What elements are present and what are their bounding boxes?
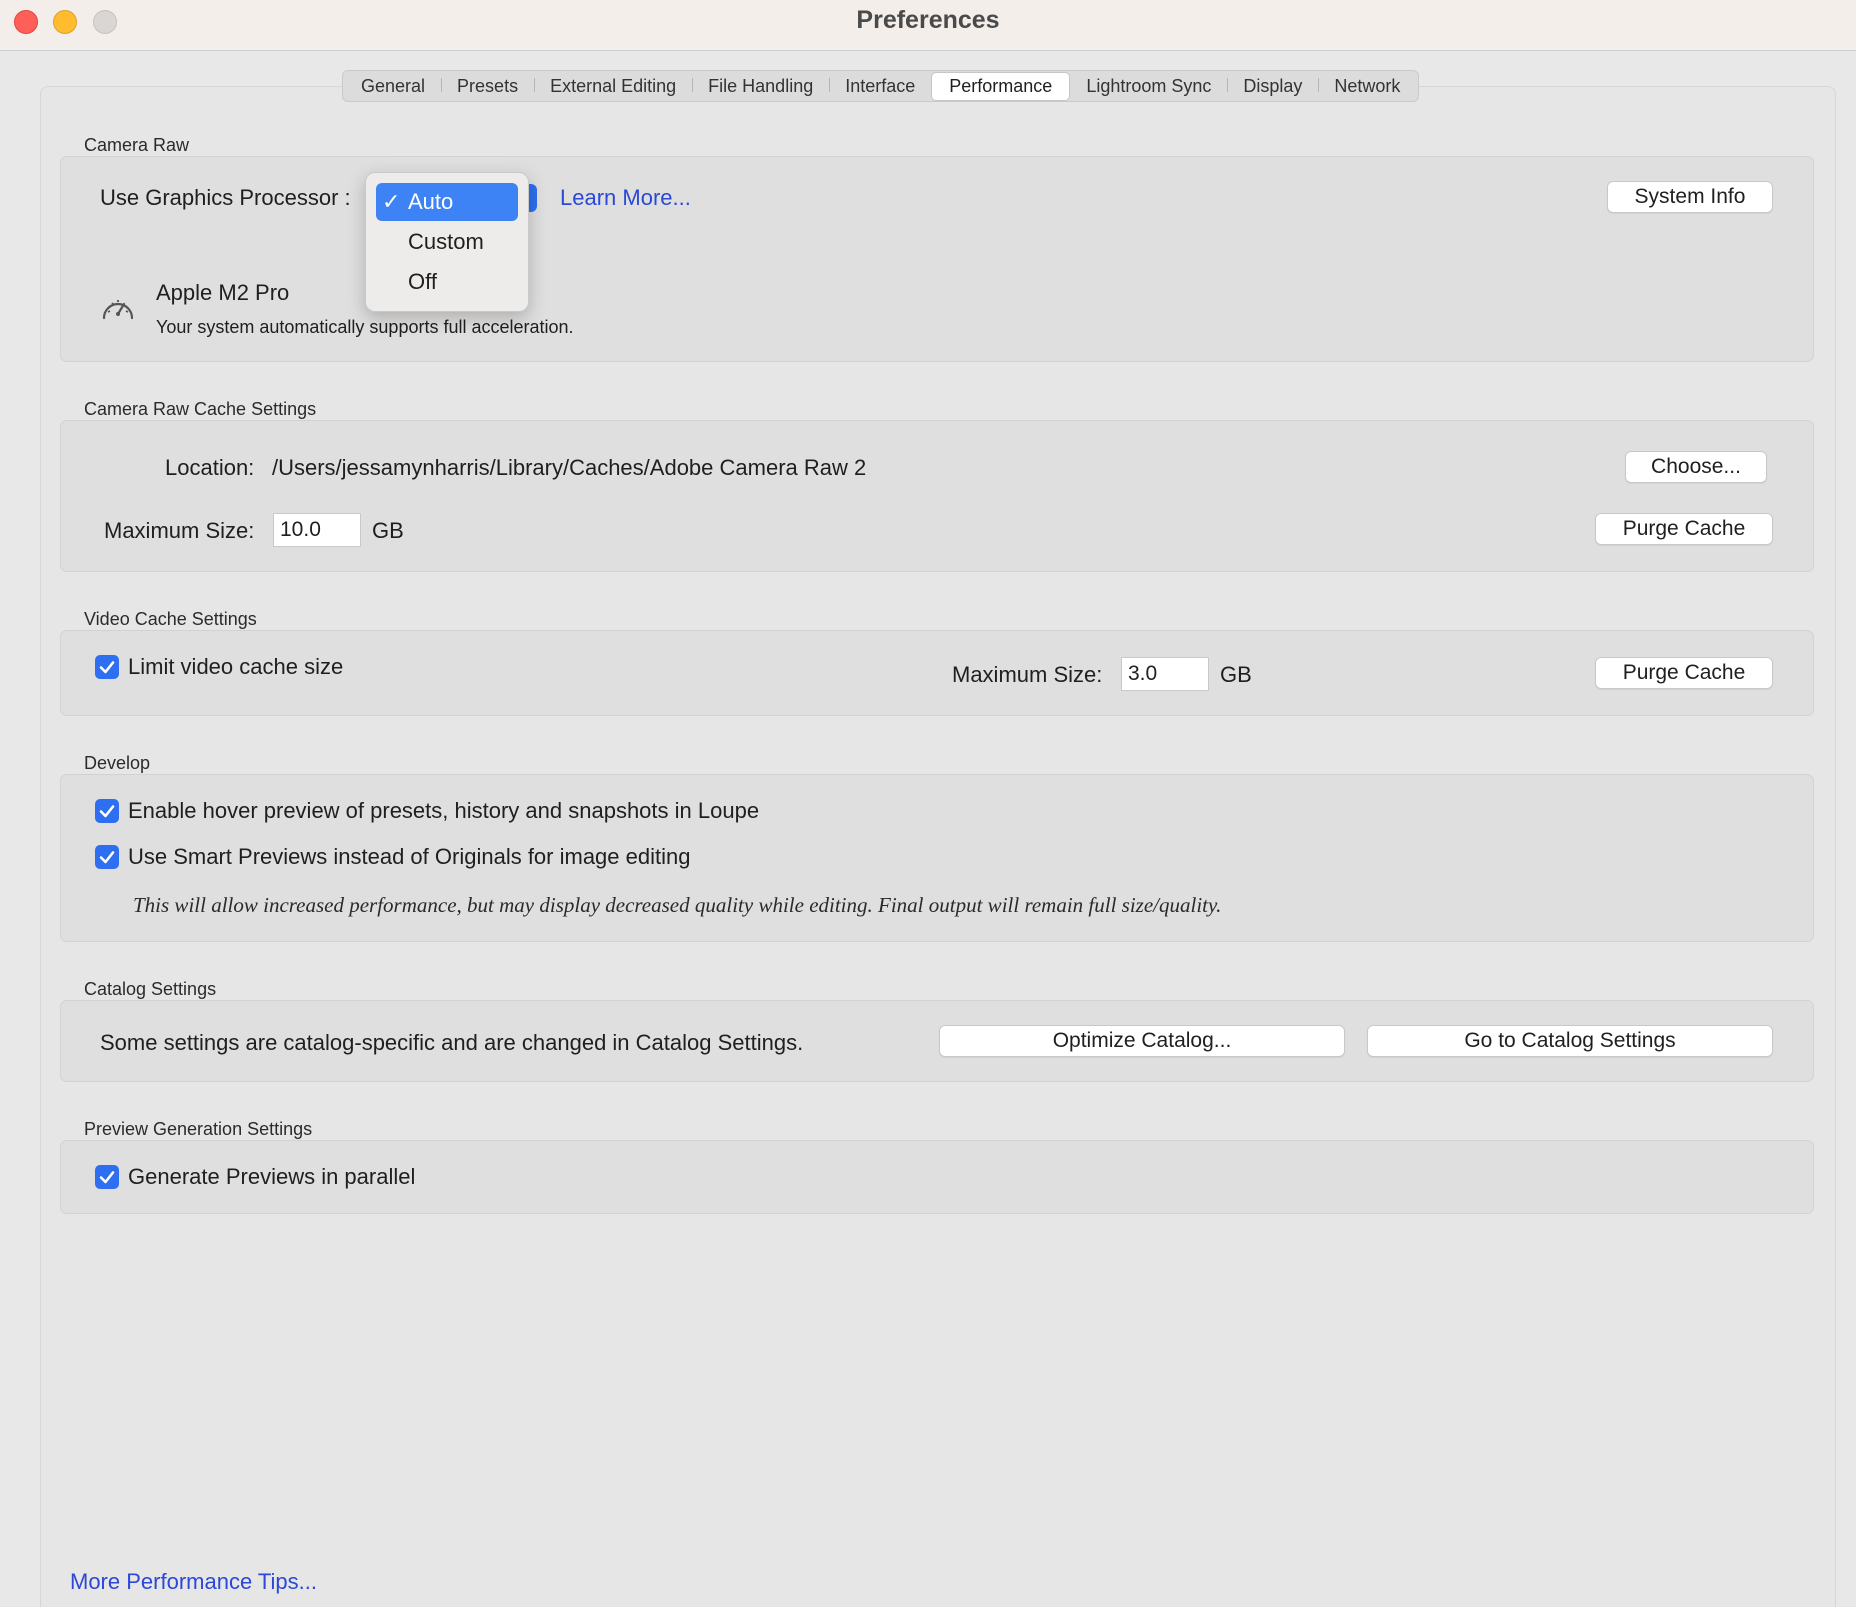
purge-video-cache-button[interactable]: Purge Cache bbox=[1595, 657, 1773, 689]
gpu-option-off-label: Off bbox=[408, 269, 437, 294]
purge-cache-button[interactable]: Purge Cache bbox=[1595, 513, 1773, 545]
choose-location-button[interactable]: Choose... bbox=[1625, 451, 1767, 483]
cache-section-label: Camera Raw Cache Settings bbox=[84, 399, 317, 419]
tab-external-editing[interactable]: External Editing bbox=[534, 72, 692, 101]
preview-generation-section-label: Preview Generation Settings bbox=[84, 1119, 313, 1139]
gpu-option-custom-label: Custom bbox=[408, 229, 484, 254]
tab-display[interactable]: Display bbox=[1227, 72, 1318, 101]
tab-interface[interactable]: Interface bbox=[829, 72, 931, 101]
cache-max-size-input[interactable]: 10.0 bbox=[273, 513, 361, 547]
hover-preview-checkbox[interactable] bbox=[95, 799, 119, 823]
gpu-option-off[interactable]: Off bbox=[376, 263, 518, 301]
go-to-catalog-settings-button[interactable]: Go to Catalog Settings bbox=[1367, 1025, 1773, 1057]
video-max-size-input[interactable]: 3.0 bbox=[1121, 657, 1209, 691]
cache-box bbox=[60, 420, 1814, 572]
optimize-catalog-button[interactable]: Optimize Catalog... bbox=[939, 1025, 1345, 1057]
checkmark-icon: ✓ bbox=[382, 189, 401, 214]
gpu-name: Apple M2 Pro bbox=[156, 280, 290, 305]
tab-network[interactable]: Network bbox=[1318, 72, 1416, 101]
more-performance-tips-link[interactable]: More Performance Tips... bbox=[70, 1569, 317, 1595]
generate-previews-parallel-label: Generate Previews in parallel bbox=[128, 1164, 416, 1189]
catalog-text: Some settings are catalog-specific and a… bbox=[100, 1030, 804, 1055]
video-unit: GB bbox=[1220, 662, 1252, 687]
smart-previews-note: This will allow increased performance, b… bbox=[133, 893, 1222, 917]
cache-unit: GB bbox=[372, 518, 404, 543]
smart-previews-checkbox[interactable] bbox=[95, 845, 119, 869]
location-label: Location: bbox=[165, 455, 255, 480]
limit-video-cache-checkbox[interactable] bbox=[95, 655, 119, 679]
tab-performance[interactable]: Performance bbox=[931, 71, 1071, 101]
video-max-size-label: Maximum Size: bbox=[952, 662, 1103, 687]
gpu-option-auto-label: Auto bbox=[408, 189, 454, 214]
cache-max-size-label: Maximum Size: bbox=[104, 518, 255, 543]
title-bar: Preferences bbox=[0, 0, 1856, 51]
gpu-option-auto[interactable]: ✓ Auto bbox=[376, 183, 518, 221]
catalog-section-label: Catalog Settings bbox=[84, 979, 217, 999]
location-path: /Users/jessamynharris/Library/Caches/Ado… bbox=[272, 455, 867, 480]
smart-previews-label: Use Smart Previews instead of Originals … bbox=[128, 844, 691, 869]
gpu-status: Your system automatically supports full … bbox=[156, 317, 574, 337]
hover-preview-label: Enable hover preview of presets, history… bbox=[128, 798, 760, 823]
learn-more-link[interactable]: Learn More... bbox=[560, 185, 691, 211]
develop-section-label: Develop bbox=[84, 753, 151, 773]
system-info-button[interactable]: System Info bbox=[1607, 181, 1773, 213]
camera-raw-section-label: Camera Raw bbox=[84, 135, 190, 155]
tab-file-handling[interactable]: File Handling bbox=[692, 72, 829, 101]
video-cache-section-label: Video Cache Settings bbox=[84, 609, 257, 629]
gpu-option-custom[interactable]: Custom bbox=[376, 223, 518, 261]
generate-previews-parallel-checkbox[interactable] bbox=[95, 1165, 119, 1189]
limit-video-cache-label: Limit video cache size bbox=[128, 654, 344, 679]
window-title: Preferences bbox=[856, 6, 1000, 34]
tab-presets[interactable]: Presets bbox=[441, 72, 534, 101]
tab-lightroom-sync[interactable]: Lightroom Sync bbox=[1070, 72, 1227, 101]
tab-bar: General Presets External Editing File Ha… bbox=[342, 70, 1420, 102]
gpu-dropdown-menu: ✓ Auto Custom Off bbox=[365, 172, 529, 312]
gpu-label: Use Graphics Processor : bbox=[100, 185, 351, 210]
tab-general[interactable]: General bbox=[345, 72, 441, 101]
speedometer-icon bbox=[100, 292, 136, 324]
